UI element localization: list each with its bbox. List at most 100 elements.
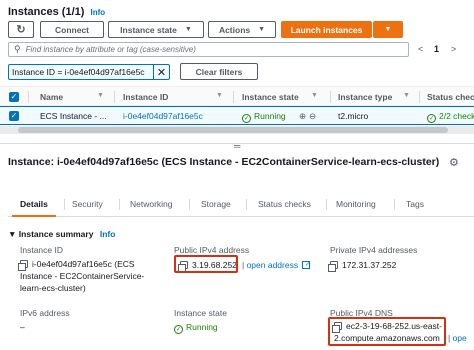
sort-icon[interactable]: ▼ [216, 92, 223, 99]
tab-details[interactable]: Details [20, 199, 48, 209]
caret-down-icon: ▼ [258, 26, 266, 33]
connect-button[interactable]: Connect [40, 21, 104, 38]
row-instance-state: ✓ Running [242, 111, 286, 123]
highlight-box [174, 255, 238, 273]
tab-tags[interactable]: Tags [406, 199, 424, 209]
row-name: ECS Instance - ... [40, 111, 107, 121]
summary-info-link[interactable]: Info [100, 229, 116, 239]
tab-status-checks[interactable]: Status checks [258, 199, 311, 209]
page-title: Instances (1/1) Info [8, 6, 105, 18]
info-link[interactable]: Info [90, 8, 105, 17]
column-header-status-check[interactable]: Status check [427, 92, 474, 102]
select-all-checkbox[interactable]: ✓ [9, 92, 19, 102]
instance-state-label: Instance state [120, 24, 177, 35]
launch-label: Launch instances [290, 24, 363, 35]
column-header-instance-type[interactable]: Instance type [338, 92, 392, 102]
private-ipv4-text: 172.31.37.252 [342, 260, 397, 270]
column-divider [233, 91, 234, 103]
clear-filters-button[interactable]: Clear filters [180, 63, 258, 80]
row-status-text: 2/2 check [439, 111, 474, 121]
remove-filter-icon[interactable]: ✕ [153, 65, 169, 79]
column-divider [419, 91, 420, 103]
open-address-link[interactable]: | open address [242, 258, 311, 271]
drag-handle-icon[interactable]: ═ [234, 141, 240, 151]
instance-state-label: Instance state [174, 308, 227, 318]
tab-divider [326, 199, 327, 210]
active-tab-indicator [12, 215, 56, 217]
prev-page-button[interactable]: < [418, 44, 423, 54]
actions-label: Actions [218, 24, 251, 35]
copy-icon[interactable] [328, 261, 338, 272]
instance-state-value: ✓ Running [174, 321, 218, 334]
tab-divider [394, 199, 395, 210]
open-dns-text: ope [452, 333, 467, 343]
refresh-icon: ↻ [16, 24, 26, 36]
instance-summary-header[interactable]: ▼ Instance summary Info [8, 229, 115, 239]
ipv6-value: – [20, 322, 25, 332]
column-divider [330, 91, 331, 103]
refresh-button[interactable]: ↻ [8, 21, 34, 38]
private-ipv4-value: 172.31.37.252 [328, 259, 397, 272]
column-divider [28, 91, 29, 103]
tab-storage[interactable]: Storage [201, 199, 231, 209]
connect-label: Connect [55, 24, 89, 35]
sort-icon[interactable]: ▼ [97, 92, 104, 99]
tab-networking[interactable]: Networking [130, 199, 173, 209]
tab-divider [189, 199, 190, 210]
copy-icon[interactable] [18, 260, 28, 271]
zoom-out-icon[interactable]: ⊖ [309, 111, 316, 122]
table-header: ✓ Name ▼ Instance ID ▼ Instance state ▼ … [0, 86, 474, 106]
scrollbar-thumb[interactable] [18, 127, 448, 133]
page-number[interactable]: 1 [434, 44, 439, 54]
filter-token[interactable]: Instance ID = i-0e4ef04d97af16e5c ✕ [8, 64, 170, 80]
row-state-text: Running [254, 111, 286, 121]
gear-icon[interactable]: ⚙ [449, 156, 459, 169]
column-header-name[interactable]: Name [40, 92, 63, 102]
clear-filters-label: Clear filters [195, 66, 243, 77]
instance-id-value: i-0e4ef04d97af16e5c (ECS Instance - EC2C… [18, 258, 165, 294]
ipv6-label: IPv6 address [20, 308, 70, 318]
highlight-box [328, 317, 446, 346]
sort-icon[interactable]: ▼ [311, 92, 318, 99]
check-circle-icon: ✓ [427, 114, 436, 123]
row-checkbox[interactable]: ✓ [9, 111, 19, 121]
tab-divider [246, 199, 247, 210]
caret-down-icon: ▼ [184, 26, 192, 33]
open-address-text: open address [246, 260, 299, 270]
check-circle-icon: ✓ [174, 325, 183, 334]
launch-instances-button[interactable]: Launch instances [281, 21, 372, 38]
tab-divider [64, 199, 65, 210]
tab-divider [119, 199, 120, 210]
actions-button[interactable]: Actions ▼ [208, 21, 276, 38]
tab-monitoring[interactable]: Monitoring [336, 199, 376, 209]
open-dns-link[interactable]: | ope [448, 332, 467, 344]
instance-id-text: i-0e4ef04d97af16e5c (ECS Instance - EC2C… [20, 259, 145, 293]
instance-id-label: Instance ID [20, 245, 63, 255]
instance-state-button[interactable]: Instance state ▼ [108, 21, 204, 38]
check-circle-icon: ✓ [242, 114, 251, 123]
table-row[interactable]: ✓ ECS Instance - ... i-0e4ef04d97af16e5c… [0, 106, 474, 125]
private-ipv4-label: Private IPv4 addresses [330, 245, 418, 255]
next-page-button[interactable]: > [451, 44, 456, 54]
title-text: Instances (1/1) [8, 6, 85, 18]
search-icon: ⚲ [14, 44, 21, 54]
caret-down-icon: ▼ [384, 26, 392, 33]
external-link-icon [302, 258, 311, 270]
collapse-caret-icon[interactable]: ▼ [8, 229, 16, 239]
column-header-instance-state[interactable]: Instance state [242, 92, 299, 102]
row-instance-id-link[interactable]: i-0e4ef04d97af16e5c [123, 111, 203, 121]
details-tabs: Details Security Networking Storage Stat… [8, 195, 474, 217]
sort-icon[interactable]: ▼ [403, 92, 410, 99]
column-divider [114, 91, 115, 103]
filter-token-text: Instance ID = i-0e4ef04d97af16e5c [12, 67, 145, 77]
summary-label: Instance summary [18, 229, 94, 239]
launch-dropdown-button[interactable]: ▼ [373, 21, 403, 38]
row-instance-type: t2.micro [338, 111, 369, 121]
column-header-instance-id[interactable]: Instance ID [123, 92, 168, 102]
search-placeholder: Find instance by attribute or tag (case-… [25, 45, 196, 54]
details-title: Instance: i-0e4ef04d97af16e5c (ECS Insta… [8, 156, 440, 168]
public-ipv4-label: Public IPv4 address [174, 245, 250, 255]
zoom-in-icon[interactable]: ⊕ [299, 111, 306, 122]
tab-security[interactable]: Security [72, 199, 103, 209]
search-input[interactable]: ⚲ Find instance by attribute or tag (cas… [8, 42, 409, 57]
